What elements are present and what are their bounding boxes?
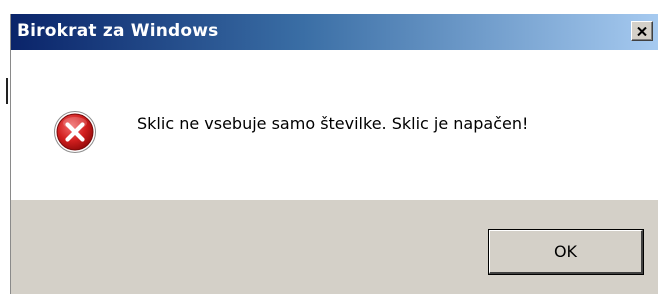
screen: Birokrat za Windows Sklic ne vsebuje sam… [0,0,658,294]
background-divider [6,78,8,104]
button-area: OK [11,200,658,294]
dialog-body: Sklic ne vsebuje samo številke. Sklic je… [11,50,658,200]
close-button[interactable] [631,21,653,41]
background-window-edge [0,0,10,294]
window-title: Birokrat za Windows [17,21,219,41]
error-icon [54,111,96,153]
ok-button[interactable]: OK [488,229,644,275]
close-icon [637,26,647,36]
ok-button-label: OK [553,242,578,261]
title-bar[interactable]: Birokrat za Windows [11,14,658,50]
error-dialog: Birokrat za Windows Sklic ne vsebuje sam… [10,14,658,294]
error-message: Sklic ne vsebuje samo številke. Sklic je… [137,114,529,133]
